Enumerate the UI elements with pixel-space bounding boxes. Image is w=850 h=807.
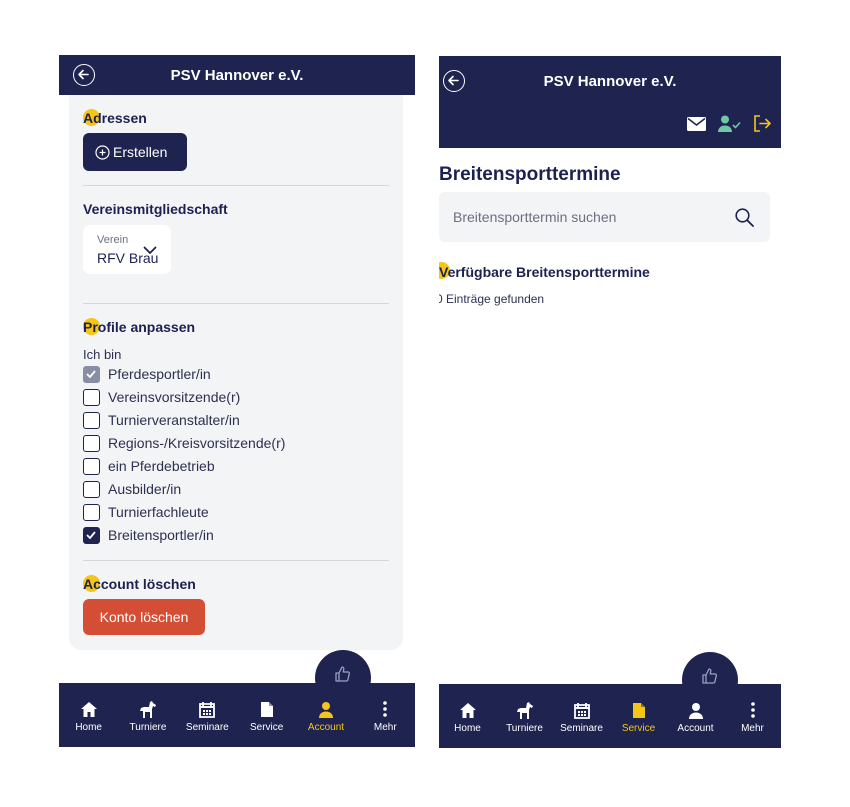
horse-icon [516,702,533,719]
nav-turniere[interactable]: Turniere [496,684,553,748]
chevron-down-icon [143,246,157,254]
profile-option-ausbilder[interactable]: Ausbilder/in [83,479,181,499]
account-screen: PSV Hannover e.V. Adressen Erstellen Ver… [59,55,415,747]
header-title: PSV Hannover e.V. [170,67,304,84]
checkbox[interactable] [83,365,100,383]
checkbox[interactable] [83,434,100,452]
bottom-navigation: Home Turniere Seminare Service Account M… [59,683,415,747]
page-title: Breitensporttermine [439,164,621,185]
app-header: PSV Hannover e.V. [439,56,781,148]
nav-mehr[interactable]: Mehr [356,683,415,747]
section-title-vereinsmitgliedschaft: Vereinsmitgliedschaft [83,201,228,217]
thumb-up-icon [702,668,717,684]
nav-seminare[interactable]: Seminare [553,684,610,748]
nav-turniere[interactable]: Turniere [118,683,177,747]
profile-intro: Ich bin [83,347,122,362]
nav-service[interactable]: Service [237,683,296,747]
checkbox-label: Regions-/Kreisvorsitzende(r) [108,435,286,451]
create-address-label: Erstellen [113,144,168,160]
bottom-navigation: Home Turniere Seminare Service Account M… [439,684,781,748]
header-actions [687,115,772,132]
nav-label: Mehr [373,722,397,733]
search-box [439,192,770,242]
checkbox[interactable] [83,480,100,498]
profile-option-turnierfachleute[interactable]: Turnierfachleute [83,502,209,522]
nav-label: Account [307,722,345,733]
checkbox-label: Breitensportler/in [108,527,214,543]
checkbox[interactable] [83,526,100,544]
nav-label: Account [677,723,714,734]
checkbox-label: Ausbilder/in [108,481,182,497]
nav-label: Mehr [741,723,764,734]
nav-label: Home [454,723,481,734]
nav-seminare[interactable]: Seminare [178,683,237,747]
divider [83,185,389,186]
profile-option-pferdesportler[interactable]: Pferdesportler/in [83,364,211,384]
divider [83,303,389,304]
nav-account[interactable]: Account [296,683,355,747]
section-title-adressen: Adressen [83,110,147,126]
checkbox[interactable] [83,503,100,521]
delete-account-button[interactable]: Konto löschen [83,599,205,635]
profile-option-turnierveranstalter[interactable]: Turnierveranstalter/in [83,410,240,430]
document-icon [632,702,645,718]
mail-icon[interactable] [687,116,706,131]
thumb-up-icon [335,666,350,682]
nav-home[interactable]: Home [59,683,118,747]
create-address-button[interactable]: Erstellen [83,133,187,171]
settings-panel: Adressen Erstellen Vereinsmitgliedschaft… [69,95,403,650]
calendar-icon [573,702,590,719]
more-vertical-icon [750,702,755,718]
divider [83,560,389,561]
checkbox-label: Pferdesportler/in [108,366,211,382]
profile-option-vereinsvorsitzende[interactable]: Vereinsvorsitzende(r) [83,387,240,407]
section-title-available: Verfügbare Breitensporttermine [439,264,650,280]
nav-label: Turniere [506,723,543,734]
nav-label: Home [75,722,102,733]
search-icon[interactable] [735,208,754,227]
person-icon [318,701,333,718]
user-check-icon[interactable] [718,115,741,132]
nav-home[interactable]: Home [439,684,496,748]
more-vertical-icon [383,701,388,717]
club-select[interactable]: Verein RFV Brau [83,225,171,274]
check-icon [86,369,96,378]
checkbox[interactable] [83,457,100,475]
nav-label: Turniere [129,722,167,733]
calendar-icon [199,701,216,718]
nav-label: Service [249,722,284,733]
nav-service[interactable]: Service [610,684,667,748]
plus-circle-icon [95,144,110,160]
nav-account[interactable]: Account [667,684,724,748]
person-icon [688,702,703,719]
search-input[interactable] [453,192,713,242]
checkbox[interactable] [83,411,100,429]
nav-label: Seminare [560,723,603,734]
club-select-label: Verein [97,234,129,246]
profile-option-regionsvorsitzende[interactable]: Regions-/Kreisvorsitzende(r) [83,433,285,453]
section-title-profile: Profile anpassen [83,319,196,335]
nav-mehr[interactable]: Mehr [724,684,781,748]
result-count: 0 Einträge gefunden [439,292,545,306]
profile-option-pferdebetrieb[interactable]: ein Pferdebetrieb [83,456,215,476]
profile-option-breitensportler[interactable]: Breitensportler/in [83,525,214,545]
checkbox-label: ein Pferdebetrieb [108,458,215,474]
breitensport-screen: PSV Hannover e.V. Breitensporttermine Ve… [439,56,781,748]
checkbox-label: Vereinsvorsitzende(r) [108,389,241,405]
section-title-account: Account löschen [83,576,196,592]
checkbox[interactable] [83,388,100,406]
header-title: PSV Hannover e.V. [543,73,677,90]
horse-icon [139,701,156,718]
checkbox-label: Turnierfachleute [108,504,209,520]
home-icon [459,702,476,718]
home-icon [80,701,97,717]
logout-icon[interactable] [753,115,772,132]
checkbox-label: Turnierveranstalter/in [108,412,240,428]
nav-label: Seminare [185,722,229,733]
app-header: PSV Hannover e.V. [59,55,415,95]
document-icon [260,701,273,717]
check-icon [86,530,96,539]
nav-label: Service [621,723,656,734]
